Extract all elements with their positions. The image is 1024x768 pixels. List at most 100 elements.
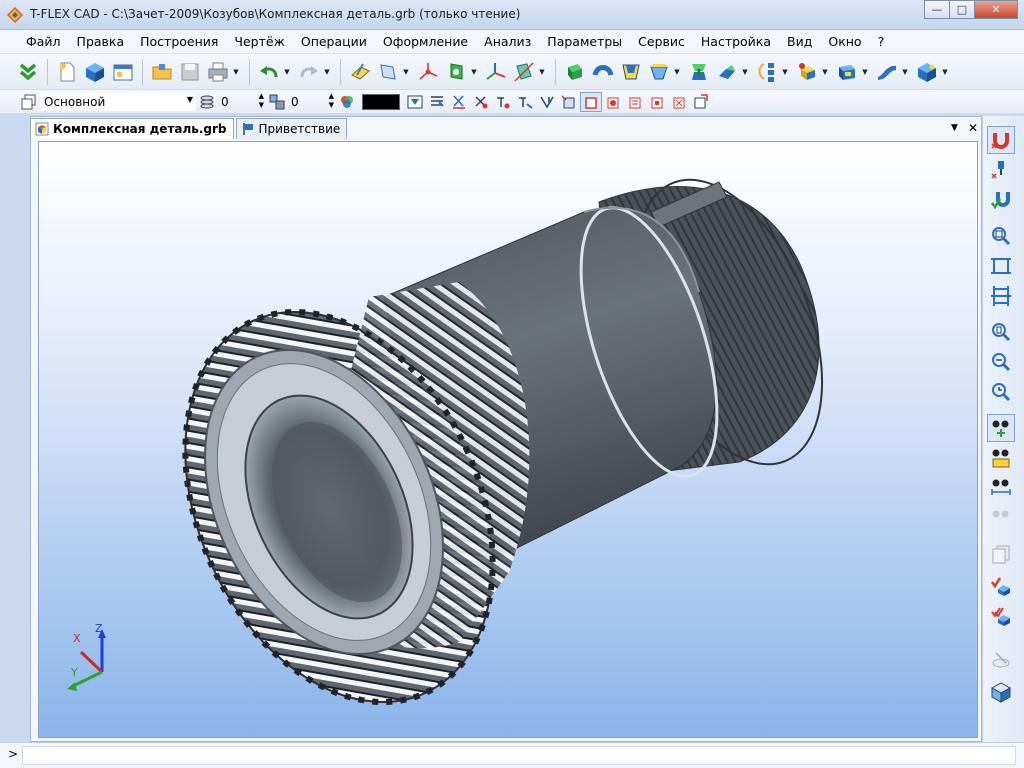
menu-edit[interactable]: Правка bbox=[69, 34, 133, 49]
sweep-dropdown-arrow[interactable]: ▼ bbox=[673, 58, 681, 86]
glasses-dimensions-icon[interactable] bbox=[987, 444, 1015, 472]
select-loop-icon[interactable] bbox=[536, 92, 558, 112]
tab-welcome[interactable]: Приветствие bbox=[235, 118, 348, 139]
zoom-window-icon[interactable] bbox=[987, 222, 1015, 250]
glasses-measure-icon[interactable] bbox=[987, 474, 1015, 502]
open-folder-icon[interactable] bbox=[148, 58, 176, 86]
shell-icon[interactable] bbox=[833, 58, 861, 86]
3d-viewport[interactable]: Z X Y bbox=[38, 141, 978, 738]
gear-shaft-model[interactable]: Z X Y bbox=[39, 142, 978, 738]
new-drawing-icon[interactable] bbox=[109, 58, 137, 86]
levels-icon[interactable] bbox=[196, 92, 218, 112]
zoom-previous-icon[interactable] bbox=[987, 348, 1015, 376]
select-vertex-icon[interactable] bbox=[492, 92, 514, 112]
path-dropdown-arrow[interactable]: ▼ bbox=[538, 58, 546, 86]
redo-icon[interactable] bbox=[295, 58, 323, 86]
workplane-icon[interactable] bbox=[346, 58, 374, 86]
zoom-realtime-icon[interactable] bbox=[987, 378, 1015, 406]
priority-icon[interactable] bbox=[266, 92, 288, 112]
reset-filter-icon[interactable] bbox=[690, 92, 712, 112]
tflex-app-icon[interactable] bbox=[6, 6, 24, 24]
profile-dropdown-arrow[interactable]: ▼ bbox=[402, 58, 410, 86]
3d-path-icon[interactable] bbox=[510, 58, 538, 86]
menu-help[interactable]: ? bbox=[870, 34, 893, 49]
filter-icon[interactable] bbox=[404, 92, 426, 112]
check-body-icon[interactable] bbox=[987, 572, 1015, 600]
menu-service[interactable]: Сервис bbox=[630, 34, 693, 49]
new-3d-model-icon[interactable] bbox=[81, 58, 109, 86]
print-dropdown-arrow[interactable]: ▼ bbox=[232, 58, 240, 86]
boolean-icon[interactable] bbox=[685, 58, 713, 86]
extrusion-icon[interactable] bbox=[561, 58, 589, 86]
color-palette-icon[interactable] bbox=[336, 92, 358, 112]
lcs-icon[interactable] bbox=[442, 58, 470, 86]
menu-settings[interactable]: Настройка bbox=[693, 34, 779, 49]
undo-dropdown-arrow[interactable]: ▼ bbox=[283, 58, 291, 86]
priority-spinner[interactable]: 0 ▲ ▼ bbox=[288, 92, 336, 111]
zoom-document-icon[interactable] bbox=[987, 318, 1015, 346]
array-dropdown-arrow[interactable]: ▼ bbox=[781, 58, 789, 86]
menu-annotation[interactable]: Оформление bbox=[375, 34, 476, 49]
menu-file[interactable]: Файл bbox=[18, 34, 69, 49]
layer-select[interactable]: Основной ▼ bbox=[40, 92, 196, 111]
smoothing-dropdown-arrow[interactable]: ▼ bbox=[741, 58, 749, 86]
sweep-icon[interactable] bbox=[645, 58, 673, 86]
fit-page-icon[interactable] bbox=[987, 282, 1015, 310]
select-body-icon[interactable] bbox=[580, 91, 602, 112]
body-transform-icon[interactable] bbox=[913, 58, 941, 86]
redo-dropdown-arrow[interactable]: ▼ bbox=[323, 58, 331, 86]
check-all-bodies-icon[interactable] bbox=[987, 602, 1015, 630]
surface-dropdown-arrow[interactable]: ▼ bbox=[901, 58, 909, 86]
command-input[interactable] bbox=[22, 746, 1016, 765]
tab-list-dropdown[interactable]: ▼ bbox=[951, 121, 958, 135]
select-fragment-icon[interactable] bbox=[646, 92, 668, 112]
smoothing-icon[interactable] bbox=[713, 58, 741, 86]
snap-pin-icon[interactable] bbox=[987, 156, 1015, 184]
fit-all-icon[interactable] bbox=[987, 252, 1015, 280]
print-icon[interactable] bbox=[204, 58, 232, 86]
rotation-icon[interactable] bbox=[589, 58, 617, 86]
maximize-button[interactable]: □ bbox=[949, 0, 975, 19]
layer-icon[interactable] bbox=[18, 92, 40, 112]
select-all-elements-icon[interactable] bbox=[668, 92, 690, 112]
loft-icon[interactable] bbox=[617, 58, 645, 86]
section-plane-icon[interactable] bbox=[987, 646, 1015, 674]
save-icon[interactable] bbox=[176, 58, 204, 86]
array-icon[interactable] bbox=[753, 58, 781, 86]
menu-view[interactable]: Вид bbox=[779, 34, 820, 49]
snap-magnet-icon[interactable] bbox=[987, 126, 1015, 154]
menu-drawing[interactable]: Чертёж bbox=[226, 34, 292, 49]
view-cube-icon[interactable] bbox=[987, 678, 1015, 706]
snap-check-icon[interactable] bbox=[987, 186, 1015, 214]
copy-body-icon[interactable] bbox=[793, 58, 821, 86]
coordinate-system-icon[interactable] bbox=[482, 58, 510, 86]
select-filter-icon[interactable] bbox=[470, 92, 492, 112]
spinner-arrows-icon[interactable]: ▲ ▼ bbox=[329, 92, 334, 110]
select-edge-icon[interactable] bbox=[514, 92, 536, 112]
copy-pages-icon[interactable] bbox=[987, 540, 1015, 568]
new-document-icon[interactable] bbox=[53, 58, 81, 86]
close-tab-button[interactable]: ✕ bbox=[968, 121, 978, 135]
tab-part-document[interactable]: Комплексная деталь.grb bbox=[30, 118, 234, 139]
3d-node-icon[interactable] bbox=[414, 58, 442, 86]
shell-dropdown-arrow[interactable]: ▼ bbox=[861, 58, 869, 86]
minimize-button[interactable]: — bbox=[924, 0, 950, 19]
select-operation-icon[interactable] bbox=[602, 92, 624, 112]
select-construction-icon[interactable] bbox=[624, 92, 646, 112]
glasses-grid-icon[interactable] bbox=[987, 414, 1015, 442]
transform-dropdown-arrow[interactable]: ▼ bbox=[941, 58, 949, 86]
undo-icon[interactable] bbox=[255, 58, 283, 86]
menu-analysis[interactable]: Анализ bbox=[476, 34, 539, 49]
copy-dropdown-arrow[interactable]: ▼ bbox=[821, 58, 829, 86]
menu-parameters[interactable]: Параметры bbox=[539, 34, 630, 49]
3d-profile-icon[interactable] bbox=[374, 58, 402, 86]
level-spinner[interactable]: 0 ▲ ▼ bbox=[218, 92, 266, 111]
glasses-hidden-icon[interactable] bbox=[987, 504, 1015, 532]
chevrons-down-icon[interactable] bbox=[14, 58, 42, 86]
selector-list-icon[interactable] bbox=[426, 92, 448, 112]
close-button[interactable]: ✕ bbox=[974, 0, 1018, 19]
color-swatch[interactable] bbox=[362, 93, 400, 110]
lcs-dropdown-arrow[interactable]: ▼ bbox=[470, 58, 478, 86]
menu-construct[interactable]: Построения bbox=[132, 34, 226, 49]
spinner-arrows-icon[interactable]: ▲ ▼ bbox=[259, 92, 264, 110]
